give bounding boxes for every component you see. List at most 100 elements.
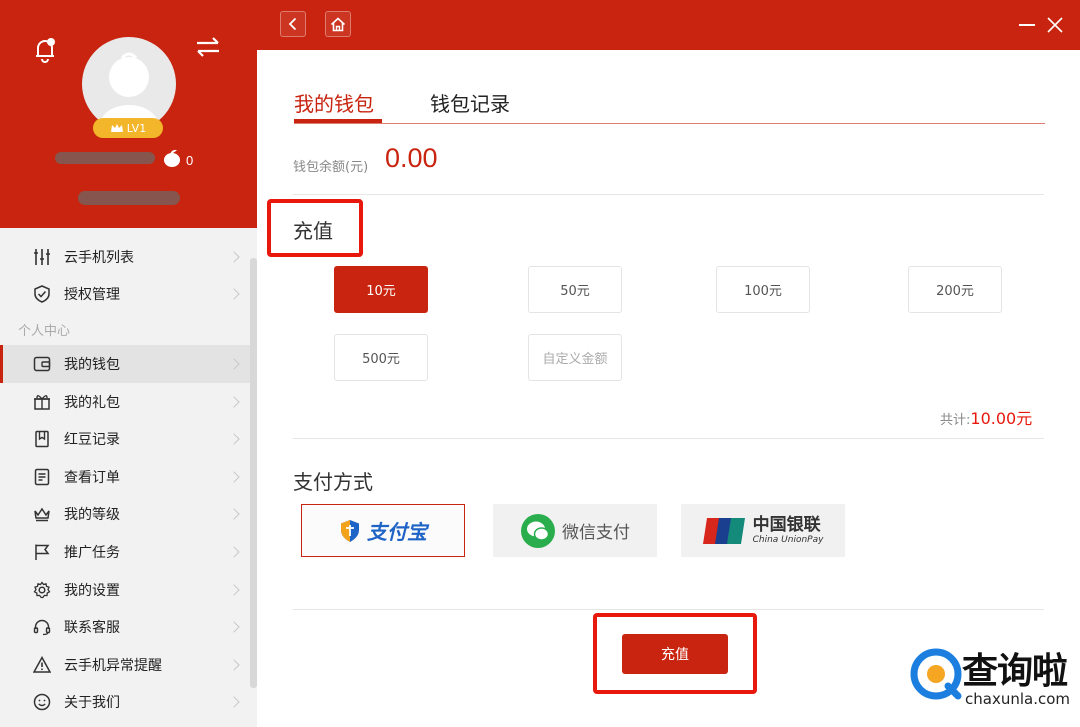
watermark-en-text: chaxunla.com: [965, 690, 1070, 708]
divider: [293, 194, 1044, 195]
divider: [293, 438, 1044, 439]
level-badge: LV1: [93, 118, 163, 138]
watermark-logo-icon: [910, 648, 962, 700]
sidebar-item-label: 推广任务: [64, 544, 120, 561]
sidebar-item-my-settings[interactable]: 我的设置: [0, 571, 250, 609]
masked-account-id: [78, 191, 180, 205]
payment-option-alipay[interactable]: 支付宝: [301, 504, 465, 557]
watermark: 查询啦 chaxunla.com: [900, 640, 1075, 720]
sidebar-item-label: 授权管理: [64, 287, 120, 304]
sidebar-item-abnormal-alert[interactable]: 云手机异常提醒: [0, 646, 250, 684]
home-icon: [330, 16, 346, 31]
sidebar-item-view-orders[interactable]: 查看订单: [0, 458, 250, 496]
sidebar-scrollbar[interactable]: [250, 258, 257, 688]
level-text: LV1: [126, 121, 147, 135]
amount-option-10[interactable]: 10元: [334, 266, 428, 313]
gear-icon: [32, 580, 52, 600]
chevron-left-icon: [288, 17, 297, 31]
masked-username: [55, 152, 155, 164]
unionpay-logo-icon: [702, 517, 745, 544]
amount-option-200[interactable]: 200元: [908, 266, 1002, 313]
divider: [293, 609, 1044, 610]
chevron-right-icon: [228, 358, 240, 370]
sidebar-item-my-wallet[interactable]: 我的钱包: [0, 345, 250, 383]
custom-amount-input[interactable]: 自定义金额: [528, 334, 622, 381]
chevron-right-icon: [228, 395, 240, 408]
switch-account-icon[interactable]: [194, 34, 222, 60]
sidebar-item-label: 我的钱包: [64, 356, 120, 373]
amount-option-100[interactable]: 100元: [716, 266, 810, 313]
total-label: 共计:: [940, 413, 971, 428]
recharge-submit-button[interactable]: 充值: [622, 634, 728, 674]
sidebar-menu: 云手机列表 授权管理 个人中心 我的钱包 我的礼包 红豆记录 查看订单 我的等级…: [0, 238, 250, 721]
unionpay-cn-label: 中国银联: [752, 514, 821, 535]
order-icon: [32, 467, 52, 487]
sidebar-item-label: 联系客服: [64, 620, 120, 637]
home-button[interactable]: [325, 11, 351, 37]
gift-icon: [32, 392, 52, 412]
total-value: 10.00元: [970, 409, 1033, 428]
sidebar-item-label: 查看订单: [64, 469, 120, 486]
bell-icon[interactable]: [32, 36, 58, 64]
chevron-right-icon: [228, 508, 240, 521]
bookmark-icon: [32, 429, 52, 449]
wallet-icon: [32, 354, 52, 374]
alipay-logo-text: 支付宝: [367, 520, 427, 544]
payment-option-unionpay[interactable]: 中国银联 China UnionPay: [681, 504, 845, 557]
sidebar-item-cloud-phones[interactable]: 云手机列表: [0, 238, 250, 276]
chevron-right-icon: [228, 583, 240, 596]
tab-wallet-records[interactable]: 钱包记录: [430, 88, 510, 117]
chevron-right-icon: [228, 433, 240, 445]
balance-value: 0.00: [385, 143, 438, 173]
close-button[interactable]: [1046, 16, 1064, 34]
minimize-button[interactable]: [1019, 24, 1035, 26]
section-header-personal: 个人中心: [18, 323, 71, 339]
chevron-right-icon: [228, 659, 240, 671]
sidebar-item-my-level[interactable]: 我的等级: [0, 496, 250, 534]
wechat-pay-label: 微信支付: [562, 523, 630, 543]
default-avatar-icon: [99, 52, 159, 131]
chevron-right-icon: [228, 621, 240, 633]
payment-option-wechat[interactable]: 微信支付: [493, 504, 657, 557]
sidebar-item-authorization[interactable]: 授权管理: [0, 276, 250, 314]
payment-section-title: 支付方式: [293, 470, 373, 494]
avatar[interactable]: [82, 37, 176, 131]
chevron-right-icon: [228, 471, 240, 483]
profile-panel: LV1 0: [0, 0, 257, 228]
total-amount: 共计:10.00元: [940, 405, 1032, 429]
back-button[interactable]: [280, 11, 306, 37]
sidebar-item-label: 我的等级: [64, 507, 120, 524]
balance-label: 钱包余额(元): [293, 160, 369, 175]
watermark-cn-text: 查询啦: [962, 651, 1068, 692]
red-bean-count: 0: [186, 153, 194, 168]
chevron-right-icon: [228, 546, 240, 558]
headset-icon: [32, 617, 52, 637]
wechat-icon: [521, 513, 555, 548]
unionpay-en-label: China UnionPay: [752, 534, 824, 545]
crown-icon: [110, 124, 123, 132]
sidebar-item-customer-service[interactable]: 联系客服: [0, 608, 250, 646]
tab-divider: [294, 123, 1045, 124]
crown-icon: [32, 504, 52, 524]
sidebar-item-red-bean-records[interactable]: 红豆记录: [0, 420, 250, 458]
sidebar-item-about-us[interactable]: 关于我们: [0, 684, 250, 722]
smile-icon: [32, 692, 52, 712]
unionpay-label: 中国银联 China UnionPay: [752, 514, 824, 545]
amount-option-50[interactable]: 50元: [528, 266, 622, 313]
sidebar-item-label: 红豆记录: [64, 432, 120, 449]
sidebar-item-label: 云手机列表: [64, 249, 134, 266]
chevron-right-icon: [228, 696, 240, 708]
sidebar-item-promotion-tasks[interactable]: 推广任务: [0, 533, 250, 571]
amount-option-500[interactable]: 500元: [334, 334, 428, 381]
warning-icon: [32, 655, 52, 675]
tab-my-wallet[interactable]: 我的钱包: [294, 88, 374, 117]
sliders-icon: [32, 247, 52, 267]
sidebar-item-my-gifts[interactable]: 我的礼包: [0, 383, 250, 421]
recharge-section-title: 充值: [293, 219, 333, 243]
sidebar: LV1 0 云手机列表 授权管理 个人中心 我的钱包 我的礼包 红豆记录 查看订…: [0, 0, 257, 727]
sidebar-item-label: 我的设置: [64, 582, 120, 599]
flag-icon: [32, 542, 52, 562]
alipay-shield-icon: [341, 519, 359, 542]
title-bar: [257, 0, 1080, 50]
chevron-right-icon: [228, 251, 240, 263]
